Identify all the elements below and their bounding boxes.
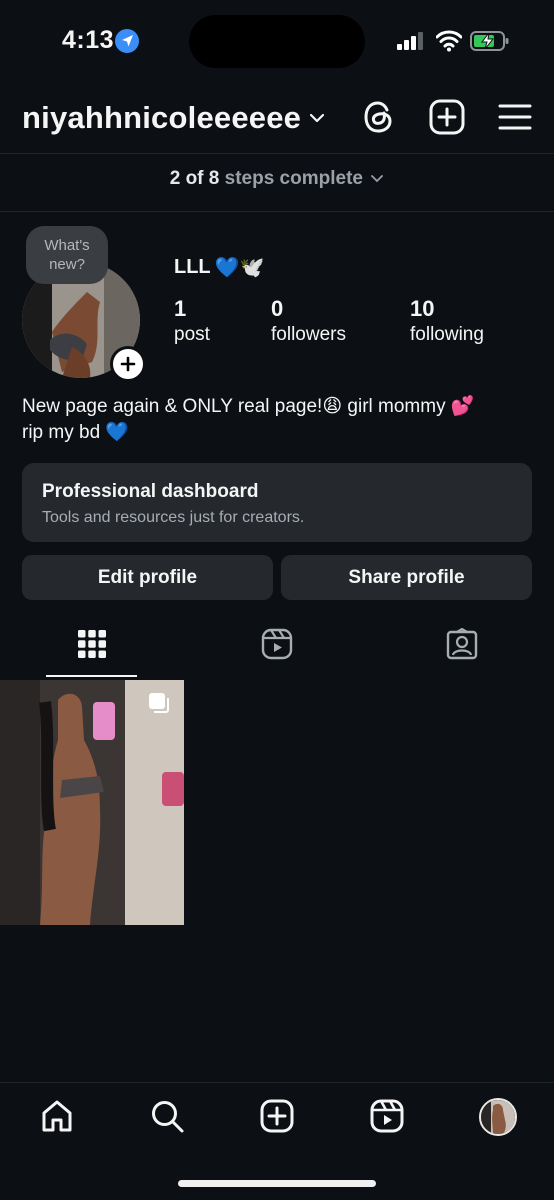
search-icon[interactable] <box>149 1098 185 1134</box>
cellular-signal-icon <box>397 32 423 50</box>
profile-nav-avatar[interactable] <box>479 1098 517 1136</box>
status-time: 4:13 <box>62 26 115 54</box>
grid-post[interactable] <box>0 680 184 925</box>
dynamic-island <box>189 15 365 68</box>
home-icon[interactable] <box>39 1098 75 1134</box>
post-photo <box>0 680 184 925</box>
followers-label: followers <box>271 324 346 345</box>
header-divider <box>0 153 554 154</box>
professional-dashboard-card[interactable]: Professional dashboard Tools and resourc… <box>22 463 532 542</box>
multiple-photos-icon <box>149 693 169 713</box>
nav-divider <box>0 1082 554 1083</box>
following-count: 10 <box>410 296 435 321</box>
note-bubble[interactable]: What's new? <box>26 226 108 284</box>
display-name-row: LLL 💙🕊️ <box>174 255 264 280</box>
account-switcher[interactable]: niyahhnicoleeeeee <box>22 100 325 136</box>
display-name: LLL <box>174 256 211 278</box>
dashboard-subtitle: Tools and resources just for creators. <box>42 509 305 526</box>
dashboard-title: Professional dashboard <box>42 481 259 502</box>
steps-rest: steps complete <box>224 168 363 189</box>
grid-tab-icon[interactable] <box>76 628 108 660</box>
share-profile-button[interactable]: Share profile <box>281 555 532 600</box>
bio-line-2: rip my bd 💙 <box>22 422 130 443</box>
battery-charging-icon <box>470 31 509 51</box>
nav-avatar-photo <box>481 1100 515 1134</box>
onboarding-steps[interactable]: 2 of 8 steps complete <box>0 168 554 190</box>
bio-line-1: New page again & ONLY real page!😩 girl m… <box>22 396 475 417</box>
menu-icon[interactable] <box>496 98 534 136</box>
steps-divider <box>0 211 554 212</box>
chevron-down-icon <box>309 113 325 123</box>
threads-icon[interactable] <box>360 98 398 136</box>
following-label: following <box>410 324 484 345</box>
plus-icon <box>120 356 136 372</box>
posts-label: post <box>174 324 210 345</box>
reels-icon[interactable] <box>369 1098 405 1134</box>
chevron-down-icon <box>371 175 384 183</box>
followers-stat[interactable]: 0 followers <box>271 296 346 346</box>
steps-done: 2 of 8 <box>169 168 220 189</box>
followers-count: 0 <box>271 296 284 321</box>
location-arrow-icon <box>115 29 139 53</box>
add-story-button[interactable] <box>110 346 146 382</box>
bio: New page again & ONLY real page!😩 girl m… <box>22 394 532 446</box>
username: niyahhnicoleeeeee <box>22 100 302 135</box>
name-emojis: 💙🕊️ <box>214 257 265 279</box>
create-icon[interactable] <box>259 1098 295 1134</box>
reels-tab-icon[interactable] <box>261 628 293 660</box>
tagged-tab-icon[interactable] <box>446 628 478 660</box>
edit-profile-button[interactable]: Edit profile <box>22 555 273 600</box>
posts-stat[interactable]: 1 post <box>174 296 210 346</box>
following-stat[interactable]: 10 following <box>410 296 484 346</box>
wifi-icon <box>436 30 462 52</box>
posts-count: 1 <box>174 296 187 321</box>
create-post-icon[interactable] <box>428 98 466 136</box>
active-tab-indicator <box>46 675 137 677</box>
home-indicator <box>178 1180 376 1187</box>
